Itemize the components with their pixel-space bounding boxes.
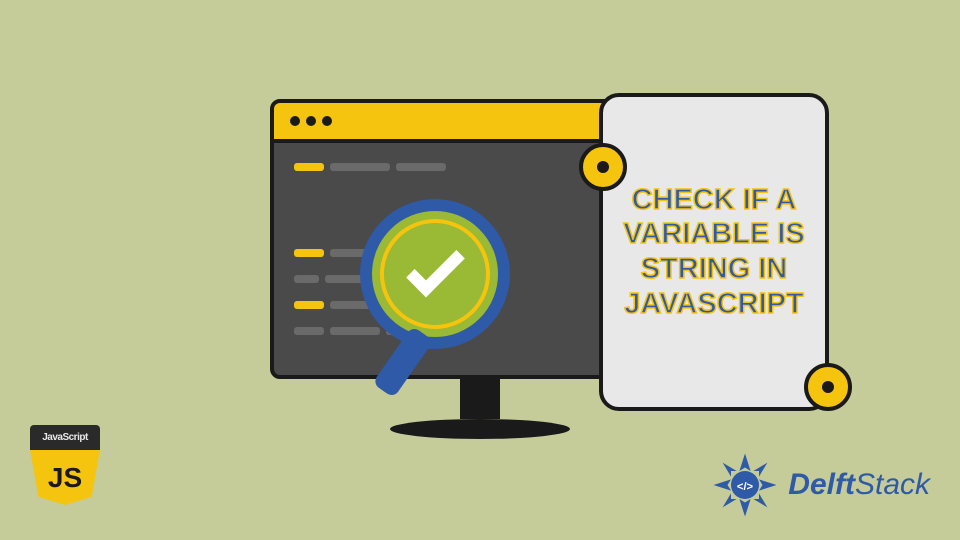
checkmark-icon bbox=[406, 239, 465, 298]
monitor-base bbox=[390, 419, 570, 439]
title-callout: CHECK IF A VARIABLE IS STRING IN JAVASCR… bbox=[599, 93, 829, 411]
monitor-stand bbox=[460, 379, 500, 419]
window-control-dot bbox=[290, 116, 300, 126]
brand-light: Stack bbox=[855, 468, 930, 501]
magnifying-glass-icon bbox=[360, 199, 510, 349]
mandala-icon: </> bbox=[710, 450, 780, 520]
brand-name: DelftStack bbox=[788, 468, 930, 502]
delftstack-logo: </> DelftStack bbox=[710, 450, 930, 520]
monitor-graphic: </> bbox=[270, 99, 690, 419]
code-token bbox=[294, 301, 324, 309]
main-illustration: </> bbox=[270, 99, 690, 419]
decorative-bolt-icon bbox=[804, 363, 852, 411]
svg-text:</>: </> bbox=[737, 481, 754, 493]
code-token bbox=[294, 275, 319, 283]
window-control-dot bbox=[322, 116, 332, 126]
code-token bbox=[396, 163, 446, 171]
code-token bbox=[294, 163, 324, 171]
code-token bbox=[294, 249, 324, 257]
brand-bold: Delft bbox=[788, 468, 855, 501]
js-logo-short: JS bbox=[30, 450, 100, 505]
decorative-bolt-icon bbox=[579, 143, 627, 191]
window-control-dot bbox=[306, 116, 316, 126]
title-text: CHECK IF A VARIABLE IS STRING IN JAVASCR… bbox=[623, 183, 805, 322]
code-token bbox=[294, 327, 324, 335]
javascript-logo: JavaScript JS bbox=[30, 425, 110, 520]
code-token bbox=[330, 163, 390, 171]
js-logo-label: JavaScript bbox=[30, 425, 100, 450]
